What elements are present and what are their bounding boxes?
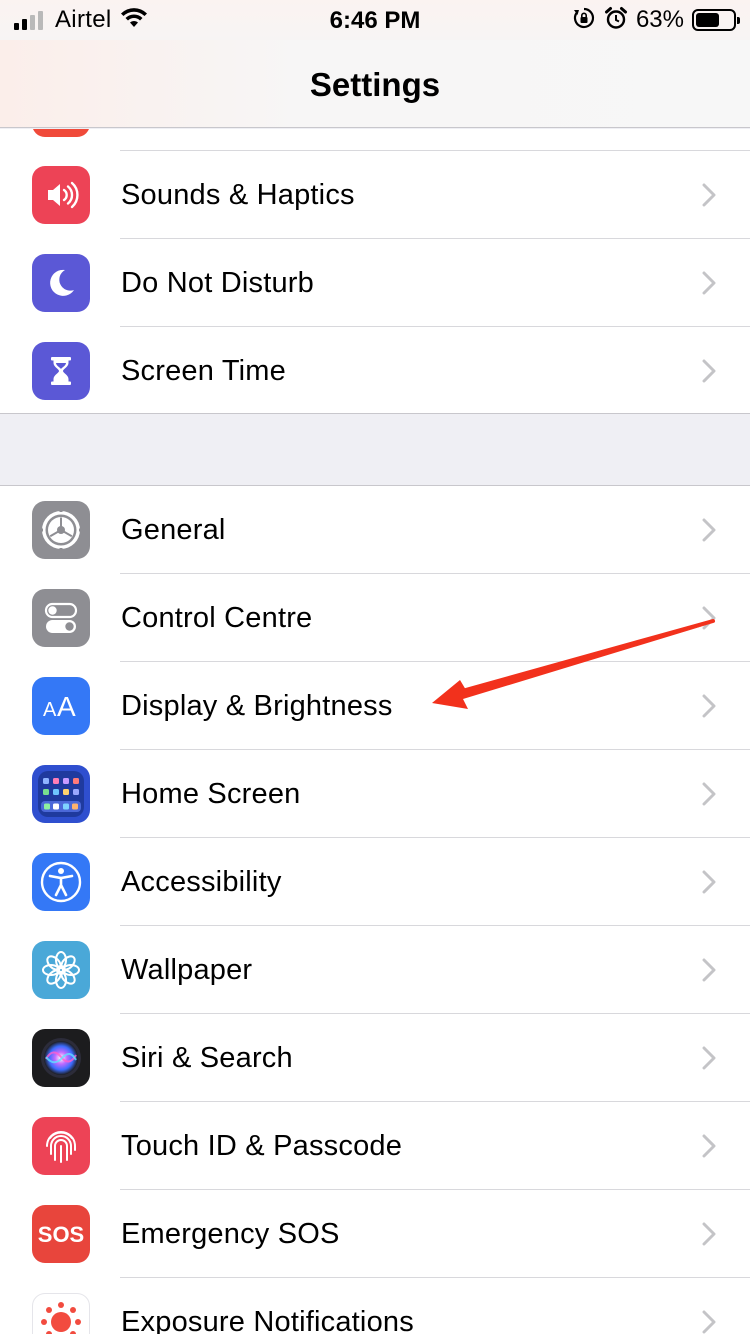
settings-row-label: Do Not Disturb	[121, 267, 314, 299]
settings-row-exposure-notifications[interactable]: Exposure Notifications	[0, 1278, 750, 1334]
chevron-right-icon	[702, 958, 716, 982]
chevron-right-icon	[702, 359, 716, 383]
chevron-right-icon	[702, 518, 716, 542]
battery-fill	[696, 13, 719, 27]
settings-row-label: General	[121, 514, 226, 546]
settings-row-sounds-haptics[interactable]: Sounds & Haptics	[0, 151, 750, 239]
flower-icon	[32, 941, 90, 999]
chevron-right-icon	[702, 1046, 716, 1070]
chevron-right-icon	[702, 1134, 716, 1158]
settings-row-label: Display & Brightness	[121, 690, 393, 722]
chevron-right-icon	[702, 1222, 716, 1246]
settings-row-label: Sounds & Haptics	[121, 179, 355, 211]
settings-group-2: General Control Centre A A Display & Bri…	[0, 485, 750, 1334]
battery-icon	[692, 9, 740, 31]
battery-percent: 63%	[635, 6, 684, 33]
settings-row-label: Control Centre	[121, 602, 313, 634]
text-size-icon: A A	[32, 677, 90, 735]
settings-row-accessibility[interactable]: Accessibility	[0, 838, 750, 926]
exposure-icon	[32, 1293, 90, 1334]
settings-row-label: Screen Time	[121, 355, 286, 387]
settings-group-1: Sounds & Haptics Do Not Disturb Screen T…	[0, 129, 750, 414]
accessibility-icon	[32, 853, 90, 911]
svg-text:A: A	[43, 699, 57, 721]
settings-row-do-not-disturb[interactable]: Do Not Disturb	[0, 239, 750, 327]
settings-row-wallpaper[interactable]: Wallpaper	[0, 926, 750, 1014]
chevron-right-icon	[702, 870, 716, 894]
settings-row-label: Touch ID & Passcode	[121, 1130, 403, 1162]
speaker-icon	[32, 166, 90, 224]
settings-row-label: Siri & Search	[121, 1042, 293, 1074]
page-title: Settings	[309, 66, 441, 103]
orientation-lock-icon	[572, 6, 596, 35]
moon-icon	[32, 254, 90, 312]
settings-row-emergency-sos[interactable]: SOS Emergency SOS	[0, 1190, 750, 1278]
settings-row-screen-time[interactable]: Screen Time	[0, 327, 750, 413]
chevron-right-icon	[702, 694, 716, 718]
navigation-bar: Settings	[0, 40, 750, 128]
settings-row-label: Accessibility	[121, 866, 282, 898]
svg-text:A: A	[57, 691, 76, 722]
settings-row-control-centre[interactable]: Control Centre	[0, 574, 750, 662]
chevron-right-icon	[702, 271, 716, 295]
svg-text:SOS: SOS	[38, 1222, 84, 1247]
settings-row-general[interactable]: General	[0, 486, 750, 574]
app-grid-icon	[32, 765, 90, 823]
settings-row-label: Home Screen	[121, 778, 301, 810]
settings-row-siri-search[interactable]: Siri & Search	[0, 1014, 750, 1102]
settings-row-label: Wallpaper	[121, 954, 253, 986]
settings-row-home-screen[interactable]: Home Screen	[0, 750, 750, 838]
toggles-icon	[32, 589, 90, 647]
status-bar-right: 63%	[572, 6, 740, 35]
settings-row-label: Emergency SOS	[121, 1218, 340, 1250]
fingerprint-icon	[32, 1117, 90, 1175]
partial-notifications-icon	[32, 129, 90, 137]
chevron-right-icon	[702, 1310, 716, 1334]
settings-row-display-brightness[interactable]: A A Display & Brightness	[0, 662, 750, 750]
gear-icon	[32, 501, 90, 559]
status-bar: Airtel 6:46 PM 63%	[0, 0, 750, 40]
settings-row-touch-id-passcode[interactable]: Touch ID & Passcode	[0, 1102, 750, 1190]
sos-icon: SOS	[32, 1205, 90, 1263]
hourglass-icon	[32, 342, 90, 400]
chevron-right-icon	[702, 606, 716, 630]
alarm-icon	[604, 6, 628, 35]
chevron-right-icon	[702, 183, 716, 207]
settings-row-label: Exposure Notifications	[121, 1306, 414, 1334]
chevron-right-icon	[702, 782, 716, 806]
siri-icon	[32, 1029, 90, 1087]
